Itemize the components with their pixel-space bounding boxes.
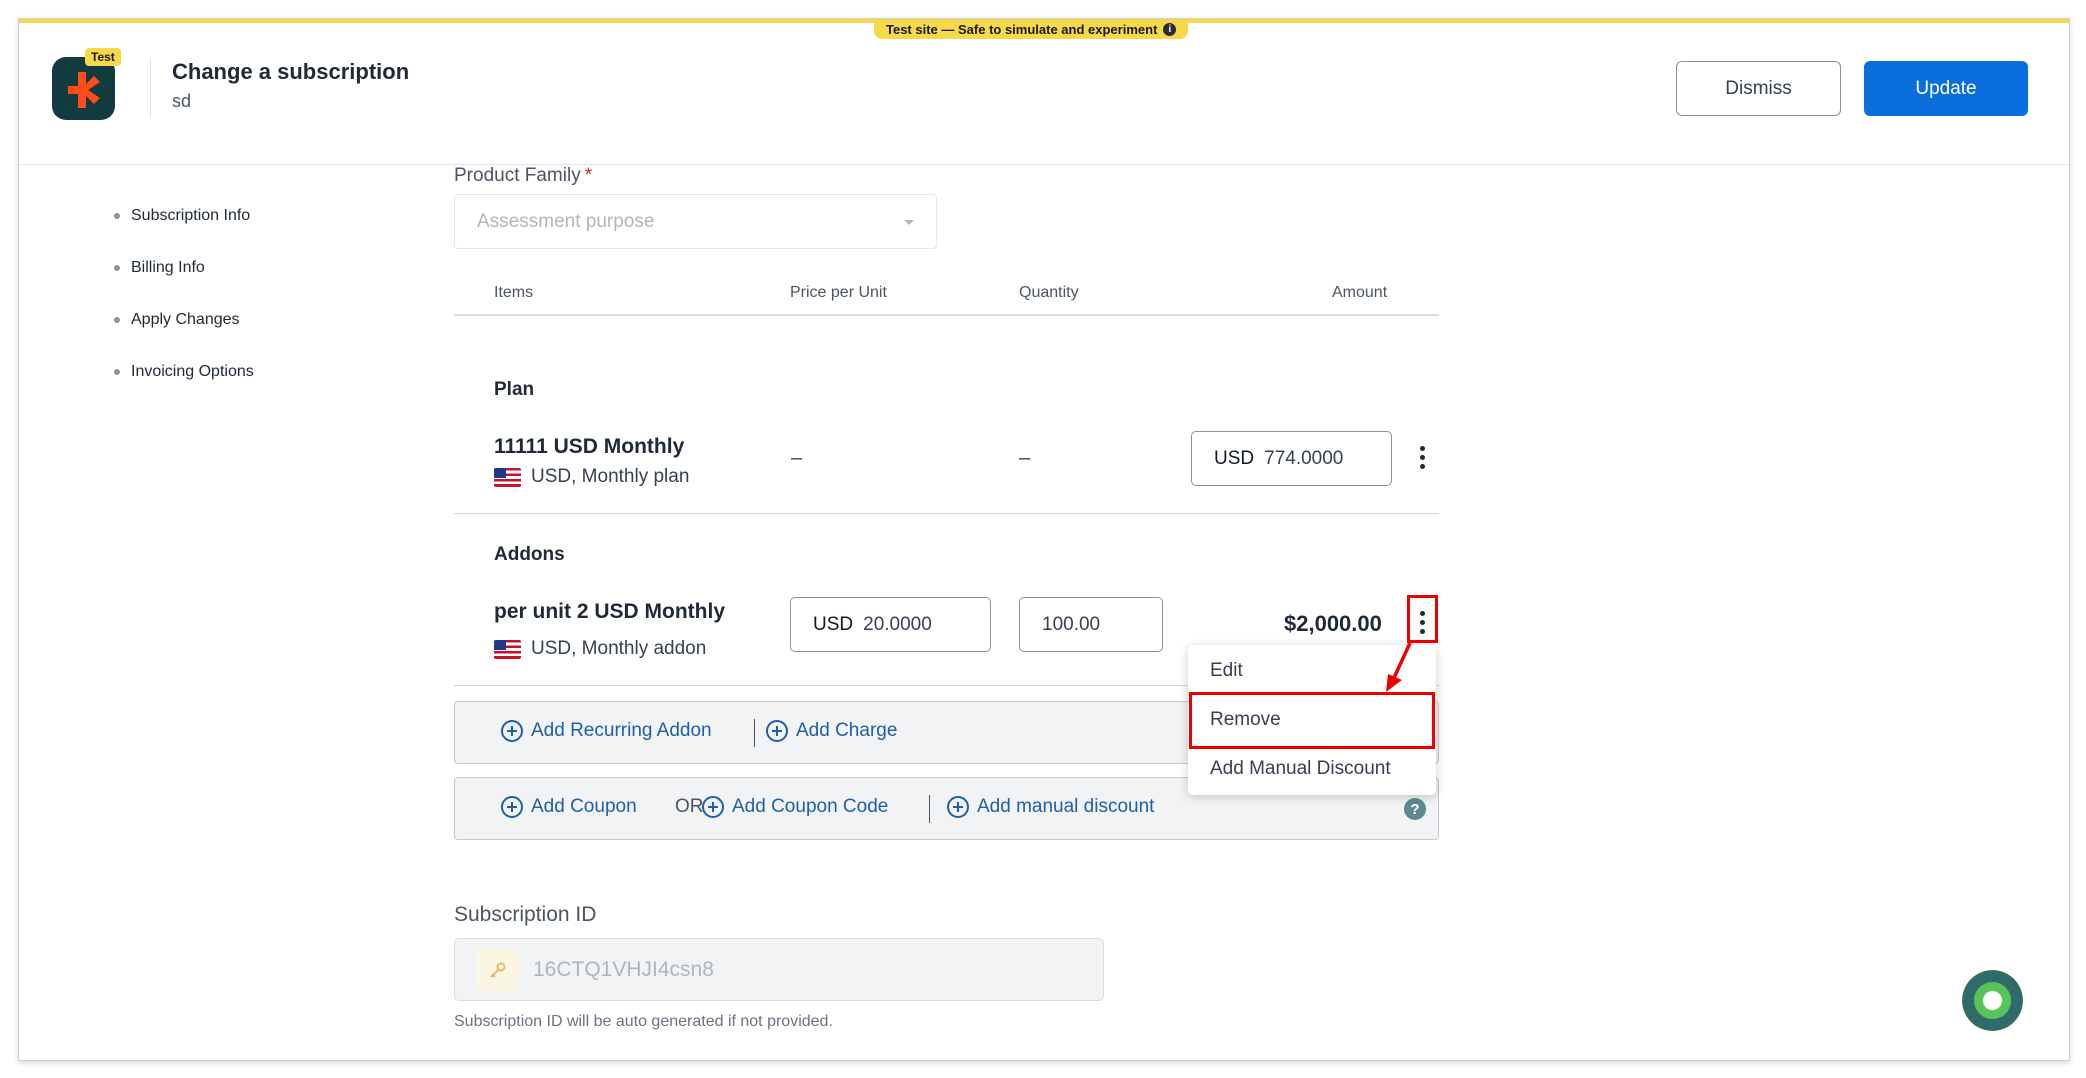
subscription-id-hint: Subscription ID will be auto generated i… [454,1013,833,1030]
nav-item-invoicing-options[interactable]: Invoicing Options [114,346,254,398]
plan-subtitle-text: USD, Monthly plan [531,466,690,487]
bullet-icon [114,369,120,375]
section-nav: Subscription Info Billing Info Apply Cha… [114,190,254,398]
currency-label: USD [1214,447,1255,469]
addon-price-value: 20.0000 [863,613,932,635]
bullet-icon [114,265,120,271]
product-family-value: Assessment purpose [477,210,655,232]
plan-amount-value: 774.0000 [1264,447,1344,469]
addon-quantity-value: 100.00 [1042,613,1101,635]
annotation-arrow-icon [1386,642,1412,692]
add-charge-link[interactable]: Add Charge [766,720,897,742]
add-coupon-code-label: Add Coupon Code [732,796,889,817]
plus-circle-icon [702,796,724,818]
menu-item-add-manual-discount[interactable]: Add Manual Discount [1188,745,1436,793]
addons-section-label: Addons [494,544,565,565]
page-subtitle: sd [172,91,192,111]
kebab-highlight-box [1407,595,1438,643]
test-mode-badge: Test [85,48,121,66]
items-table-header: Items Price per Unit Quantity Amount [454,268,1439,316]
plan-price: – [791,447,803,469]
subscription-id-label: Subscription ID [454,903,597,926]
add-coupon-label: Add Coupon [531,796,637,817]
add-coupon-code-link[interactable]: Add Coupon Code [702,796,888,818]
remove-highlight-box [1189,692,1435,749]
addon-name: per unit 2 USD Monthly [494,600,725,623]
plus-circle-icon [501,720,523,742]
addon-subtitle: USD, Monthly addon [494,638,706,660]
nav-item-apply-changes[interactable]: Apply Changes [114,294,254,346]
action-divider [929,795,930,823]
nav-item-label: Subscription Info [131,207,251,224]
add-recurring-addon-label: Add Recurring Addon [531,720,712,741]
plan-more-menu-icon[interactable] [1414,440,1430,474]
currency-label: USD [813,613,854,635]
add-charge-label: Add Charge [796,720,898,741]
or-separator: OR [675,796,704,817]
addon-price-input[interactable]: USD 20.0000 [790,597,991,652]
product-family-label-text: Product Family [454,165,581,186]
us-flag-icon [494,467,521,487]
plan-quantity: – [1019,447,1031,469]
plan-name: 11111 USD Monthly [494,435,685,458]
addon-subtitle-text: USD, Monthly addon [531,638,707,659]
subscription-id-placeholder: 16CTQ1VHJI4csn8 [533,957,714,981]
col-quantity: Quantity [1019,284,1079,301]
nav-item-billing-info[interactable]: Billing Info [114,242,254,294]
plan-amount-input[interactable]: USD 774.0000 [1191,431,1392,486]
nav-item-label: Billing Info [131,259,205,276]
page-title: Change a subscription [172,59,410,84]
help-icon[interactable]: ? [1404,798,1426,820]
action-divider [754,719,755,747]
required-mark: * [584,165,593,186]
key-icon [477,948,519,991]
plus-circle-icon [766,720,788,742]
add-coupon-link[interactable]: Add Coupon [501,796,637,818]
addon-quantity-input[interactable]: 100.00 [1019,597,1163,652]
plan-section-label: Plan [494,379,535,400]
product-family-select[interactable]: Assessment purpose [454,194,937,249]
assistant-launcher-icon[interactable] [1962,970,2023,1031]
col-items: Items [494,284,534,301]
us-flag-icon [494,639,521,659]
addon-amount: $2,000.00 [1284,611,1382,636]
bullet-icon [114,317,120,323]
col-amount: Amount [1332,284,1388,301]
dismiss-button[interactable]: Dismiss [1676,61,1841,116]
plan-subtitle: USD, Monthly plan [494,466,689,488]
chargebee-logo-icon [52,57,115,120]
add-recurring-addon-link[interactable]: Add Recurring Addon [501,720,712,742]
header-divider [150,59,151,117]
add-manual-discount-label: Add manual discount [977,796,1155,817]
nav-item-label: Apply Changes [131,311,240,328]
subscription-id-input[interactable]: 16CTQ1VHJI4csn8 [454,938,1104,1001]
nav-item-subscription-info[interactable]: Subscription Info [114,190,254,242]
col-price-per-unit: Price per Unit [790,284,887,301]
page-header: Test Change a subscription sd Dismiss Up… [19,23,2069,165]
row-divider [454,513,1439,514]
product-family-label: Product Family * [454,165,592,187]
nav-item-label: Invoicing Options [131,363,254,380]
plus-circle-icon [501,796,523,818]
update-button[interactable]: Update [1864,61,2028,116]
caret-down-icon [904,220,914,225]
bullet-icon [114,213,120,219]
add-manual-discount-link[interactable]: Add manual discount [947,796,1154,818]
app-window: Test site — Safe to simulate and experim… [18,18,2070,1061]
plus-circle-icon [947,796,969,818]
